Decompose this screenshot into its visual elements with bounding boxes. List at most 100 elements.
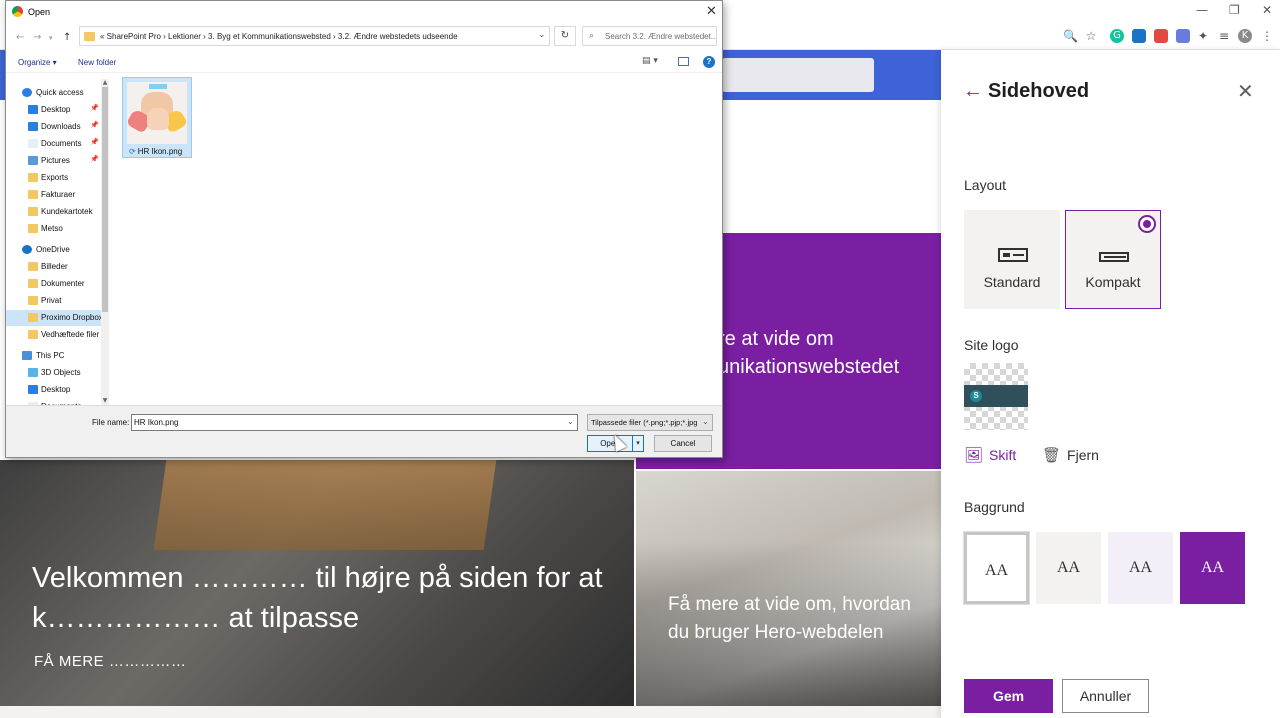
breadcrumb[interactable]: « SharePoint Pro › Lektioner › 3. Byg et…: [100, 32, 458, 41]
dialog-cancel-button[interactable]: Cancel: [654, 435, 712, 452]
chevron-down-icon[interactable]: ⌄: [702, 417, 709, 426]
nav-item[interactable]: Documents 📌: [6, 136, 106, 152]
layout-option-standard[interactable]: Standard: [964, 210, 1060, 309]
back-nav-icon[interactable]: ←: [16, 32, 24, 43]
download-icon: [28, 122, 38, 131]
minimize-button[interactable]: —: [1196, 3, 1208, 17]
extension-red-icon[interactable]: [1154, 29, 1168, 43]
swatch-text: AA: [1056, 559, 1081, 576]
hero-secondary-shade: [636, 471, 941, 706]
nav-item[interactable]: Downloads 📌: [6, 119, 106, 135]
organize-menu[interactable]: Organize ▾: [18, 58, 57, 67]
zoom-icon[interactable]: 🔍: [1063, 29, 1078, 43]
layout-option-compact[interactable]: Kompakt: [1065, 210, 1161, 309]
site-search-box[interactable]: [722, 58, 874, 92]
pictures-icon: [28, 156, 38, 165]
pin-icon: 📌: [90, 138, 99, 146]
reading-list-icon[interactable]: ≡: [1217, 29, 1231, 43]
puzzle-icon[interactable]: ✦: [1196, 29, 1210, 43]
profile-avatar[interactable]: K: [1238, 29, 1252, 43]
save-button[interactable]: Gem: [964, 679, 1053, 713]
nav-item-label: Metso: [41, 224, 63, 233]
dialog-command-bar: Organize ▾ New folder ▤ ▾ ?: [6, 51, 722, 73]
dialog-title: Open: [28, 7, 51, 17]
folder-icon: [84, 32, 95, 41]
grammarly-icon[interactable]: G: [1110, 29, 1124, 43]
nav-item[interactable]: 3D Objects: [6, 365, 106, 381]
nav-item[interactable]: Exports: [6, 170, 106, 186]
open-split-dropdown-icon[interactable]: ▾: [632, 436, 643, 451]
pin-icon: 📌: [90, 155, 99, 163]
dialog-close-icon[interactable]: ✕: [706, 4, 717, 19]
scroll-down-icon[interactable]: ▼: [101, 397, 109, 404]
cancel-button[interactable]: Annuller: [1062, 679, 1149, 713]
onedrive-icon: [22, 245, 32, 254]
pin-icon: 📌: [90, 121, 99, 129]
file-name-label: ⟳ HR Ikon.png: [129, 147, 183, 156]
change-logo-button[interactable]: 🖼 Skift: [964, 446, 1016, 464]
swatch-text: AA: [1200, 559, 1225, 576]
screen-capture-icon[interactable]: [1132, 29, 1146, 43]
menu-icon[interactable]: ⋮: [1260, 29, 1274, 43]
hero-secondary-tile[interactable]: Få mere at vide om, hvordan du bruger He…: [636, 471, 941, 706]
background-swatch-light[interactable]: AA: [1036, 532, 1101, 604]
folder-search-input[interactable]: ⌕ Search 3.2. Ændre webstedet...: [582, 26, 717, 46]
preview-pane-icon[interactable]: [678, 57, 689, 66]
view-options-icon[interactable]: ▤ ▾: [642, 56, 658, 66]
nav-item[interactable]: This PC: [6, 348, 106, 364]
paint-icon[interactable]: [1176, 29, 1190, 43]
background-swatch-tint[interactable]: AA: [1108, 532, 1173, 604]
folder-icon: [28, 279, 38, 288]
new-folder-button[interactable]: New folder: [78, 58, 116, 67]
nav-item[interactable]: Metso: [6, 221, 106, 237]
nav-item[interactable]: Dokumenter: [6, 276, 106, 292]
restore-button[interactable]: ❐: [1229, 3, 1240, 17]
chrome-logo-icon: [12, 6, 23, 17]
file-type-select[interactable]: Tilpassede filer (*.png;*.pjp;*.jpg ⌄: [587, 414, 713, 431]
hero-main-title: Velkommen ………… til højre på siden for at…: [32, 562, 603, 634]
scroll-up-icon[interactable]: ▲: [101, 79, 109, 86]
close-window-button[interactable]: ✕: [1262, 3, 1272, 17]
nav-item[interactable]: OneDrive: [6, 242, 106, 258]
file-item[interactable]: ⟳ HR Ikon.png: [122, 77, 192, 158]
nav-item[interactable]: Vedhæftede filer: [6, 327, 106, 343]
layout-option-label: Kompakt: [1085, 274, 1141, 290]
folder-icon: [28, 262, 38, 271]
nav-item-label: Desktop: [41, 385, 71, 394]
remove-logo-button[interactable]: 🗑 Fjern: [1042, 446, 1099, 464]
nav-item[interactable]: Fakturaer: [6, 187, 106, 203]
recent-dropdown-icon[interactable]: ▾: [49, 34, 53, 42]
star-icon[interactable]: ☆: [1084, 29, 1098, 43]
nav-item-label: Downloads: [41, 122, 81, 131]
compact-layout-icon: [1099, 252, 1129, 262]
file-name-input[interactable]: HR Ikon.png ⌄: [131, 414, 578, 431]
nav-item[interactable]: Billeder: [6, 259, 106, 275]
nav-item[interactable]: Pictures 📌: [6, 153, 106, 169]
background-swatch-strong[interactable]: AA: [1180, 532, 1245, 604]
close-icon[interactable]: ✕: [1237, 79, 1254, 103]
nav-item[interactable]: Proximo Dropbox: [6, 310, 106, 326]
nav-item[interactable]: Quick access: [6, 85, 106, 101]
chevron-down-icon[interactable]: ⌄: [538, 30, 546, 40]
file-name-label-text: File name:: [92, 418, 130, 427]
up-folder-icon[interactable]: ↑: [63, 32, 71, 43]
nav-item[interactable]: Desktop: [6, 382, 106, 398]
help-icon[interactable]: ?: [703, 56, 715, 68]
address-bar[interactable]: « SharePoint Pro › Lektioner › 3. Byg et…: [79, 26, 550, 46]
nav-item[interactable]: Kundekartotek: [6, 204, 106, 220]
chevron-down-icon[interactable]: ⌄: [567, 417, 574, 426]
refresh-icon[interactable]: ↻: [554, 26, 576, 46]
background-swatch-white[interactable]: AA: [963, 531, 1030, 605]
back-arrow-icon[interactable]: ←: [963, 80, 983, 103]
scroll-thumb[interactable]: [102, 87, 108, 312]
hero-secondary-title: Få mere at vide om, hvordan du bruger He…: [668, 594, 911, 643]
nav-item[interactable]: Desktop 📌: [6, 102, 106, 118]
dialog-titlebar: Open ✕: [6, 1, 722, 23]
pin-icon: 📌: [90, 104, 99, 112]
forward-nav-icon[interactable]: →: [33, 32, 41, 43]
nav-item[interactable]: Privat: [6, 293, 106, 309]
star-icon: [22, 88, 32, 97]
hero-main-link[interactable]: FÅ MERE ……………: [34, 653, 186, 670]
nav-scrollbar[interactable]: ▲ ▼: [101, 79, 109, 405]
hero-main-tile[interactable]: Velkommen ………… til højre på siden for at…: [0, 460, 634, 706]
